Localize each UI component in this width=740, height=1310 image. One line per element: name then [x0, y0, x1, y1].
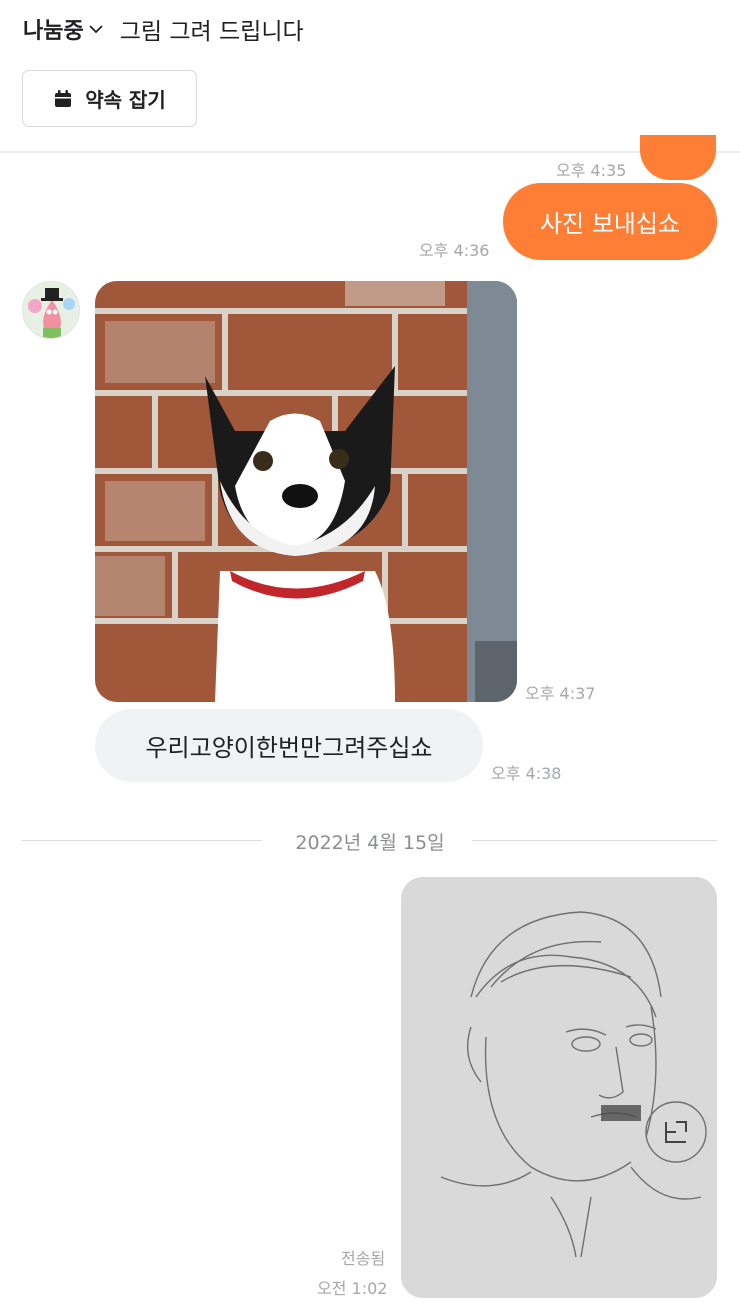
received-photo[interactable]: [95, 281, 517, 702]
appointment-button-label: 약속 잡기: [85, 88, 166, 112]
message-text: 사진 보내십쇼: [539, 210, 681, 238]
chat-header: 나눔중 그림 그려 드립니다 약속 잡기: [0, 0, 740, 153]
incoming-message-bubble[interactable]: 우리고양이한번만그려주십쇼: [95, 709, 483, 782]
post-title[interactable]: 그림 그려 드립니다: [120, 12, 304, 46]
message-time: 오전 1:02: [317, 1279, 388, 1298]
outgoing-message-bubble[interactable]: [640, 135, 716, 180]
outgoing-message-bubble[interactable]: 사진 보내십쇼: [503, 183, 717, 260]
message-time: 오후 4:36: [419, 241, 490, 260]
date-divider: 2022년 4월 15일: [295, 832, 445, 854]
header-row: 나눔중 그림 그려 드립니다: [23, 12, 304, 46]
message-time: 오후 4:35: [556, 161, 627, 180]
sender-avatar[interactable]: [22, 281, 80, 339]
sale-status-dropdown[interactable]: 나눔중: [23, 13, 84, 45]
date-divider-line-left: [22, 840, 262, 841]
calendar-icon: [55, 89, 72, 107]
date-divider-line-right: [472, 840, 717, 841]
message-time: 오후 4:37: [525, 684, 596, 703]
sent-photo[interactable]: [401, 877, 717, 1298]
message-text: 우리고양이한번만그려주십쇼: [145, 734, 433, 762]
appointment-button[interactable]: 약속 잡기: [22, 70, 197, 127]
message-time: 오후 4:38: [491, 764, 562, 783]
chat-screen: 나눔중 그림 그려 드립니다 약속 잡기 오후 4:35 사진 보내십쇼 오후 …: [0, 0, 740, 1310]
delivery-status: 전송됨: [341, 1249, 386, 1268]
chevron-down-icon[interactable]: [88, 18, 110, 40]
